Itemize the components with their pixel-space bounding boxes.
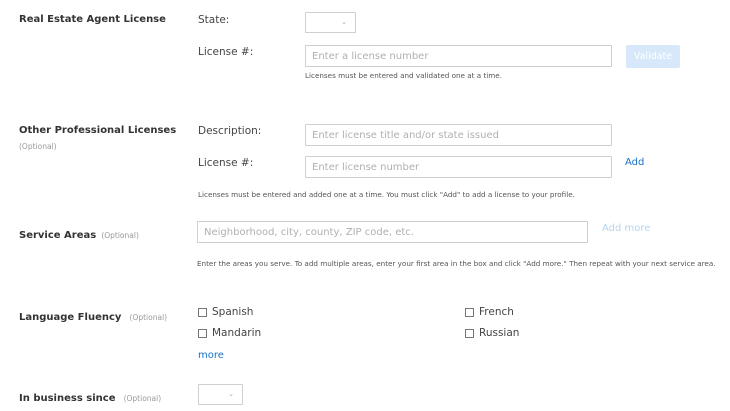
other-license-number-input[interactable]: Enter license number bbox=[305, 156, 612, 178]
language-label-mandarin: Mandarin bbox=[212, 327, 262, 339]
add-license-link[interactable]: Add bbox=[625, 157, 644, 168]
language-label-french: French bbox=[479, 306, 514, 318]
service-areas-heading: Service Areas bbox=[19, 230, 97, 241]
description-label: Description: bbox=[198, 125, 262, 137]
in-business-since-optional: (Optional) bbox=[123, 394, 162, 403]
in-business-since-select[interactable]: ⌄ bbox=[198, 384, 243, 405]
license-help-text: Licenses must be entered and validated o… bbox=[305, 71, 502, 80]
add-more-service-area-link[interactable]: Add more bbox=[602, 223, 650, 234]
language-fluency-heading-row: Language Fluency (Optional) bbox=[19, 305, 167, 324]
language-option-mandarin[interactable]: Mandarin bbox=[198, 327, 261, 339]
language-option-spanish[interactable]: Spanish bbox=[198, 306, 253, 318]
in-business-since-heading-row: In business since (Optional) bbox=[19, 386, 161, 405]
checkbox-icon[interactable] bbox=[198, 328, 207, 338]
state-label: State: bbox=[198, 14, 230, 26]
validate-button[interactable]: Validate bbox=[626, 45, 680, 68]
service-areas-input[interactable]: Neighborhood, city, county, ZIP code, et… bbox=[197, 221, 588, 243]
language-label-spanish: Spanish bbox=[212, 306, 254, 318]
language-option-russian[interactable]: Russian bbox=[465, 327, 519, 339]
state-select[interactable]: ⌄ bbox=[305, 12, 356, 33]
language-fluency-optional: (Optional) bbox=[129, 313, 168, 322]
chevron-down-icon: ⌄ bbox=[228, 390, 234, 398]
other-license-number-label: License #: bbox=[198, 157, 254, 169]
license-number-input[interactable]: Enter a license number bbox=[305, 45, 612, 67]
other-licenses-heading: Other Professional Licenses bbox=[19, 125, 177, 136]
service-areas-heading-row: Service Areas (Optional) bbox=[19, 223, 139, 242]
checkbox-icon[interactable] bbox=[465, 328, 474, 338]
other-licenses-help-text: Licenses must be entered and added one a… bbox=[198, 190, 575, 199]
more-languages-link[interactable]: more bbox=[198, 350, 224, 361]
description-input[interactable]: Enter license title and/or state issued bbox=[305, 124, 612, 146]
other-licenses-optional: (Optional) bbox=[19, 142, 57, 151]
language-option-french[interactable]: French bbox=[465, 306, 514, 318]
real-estate-license-heading: Real Estate Agent License bbox=[19, 14, 166, 25]
checkbox-icon[interactable] bbox=[465, 307, 474, 317]
language-fluency-heading: Language Fluency bbox=[19, 312, 122, 323]
in-business-since-heading: In business since bbox=[19, 393, 116, 404]
license-number-label: License #: bbox=[198, 46, 254, 58]
service-areas-optional: (Optional) bbox=[101, 231, 139, 240]
chevron-down-icon: ⌄ bbox=[341, 18, 347, 26]
checkbox-icon[interactable] bbox=[198, 307, 207, 317]
language-label-russian: Russian bbox=[479, 327, 520, 339]
service-areas-help-text: Enter the areas you serve. To add multip… bbox=[197, 259, 716, 268]
